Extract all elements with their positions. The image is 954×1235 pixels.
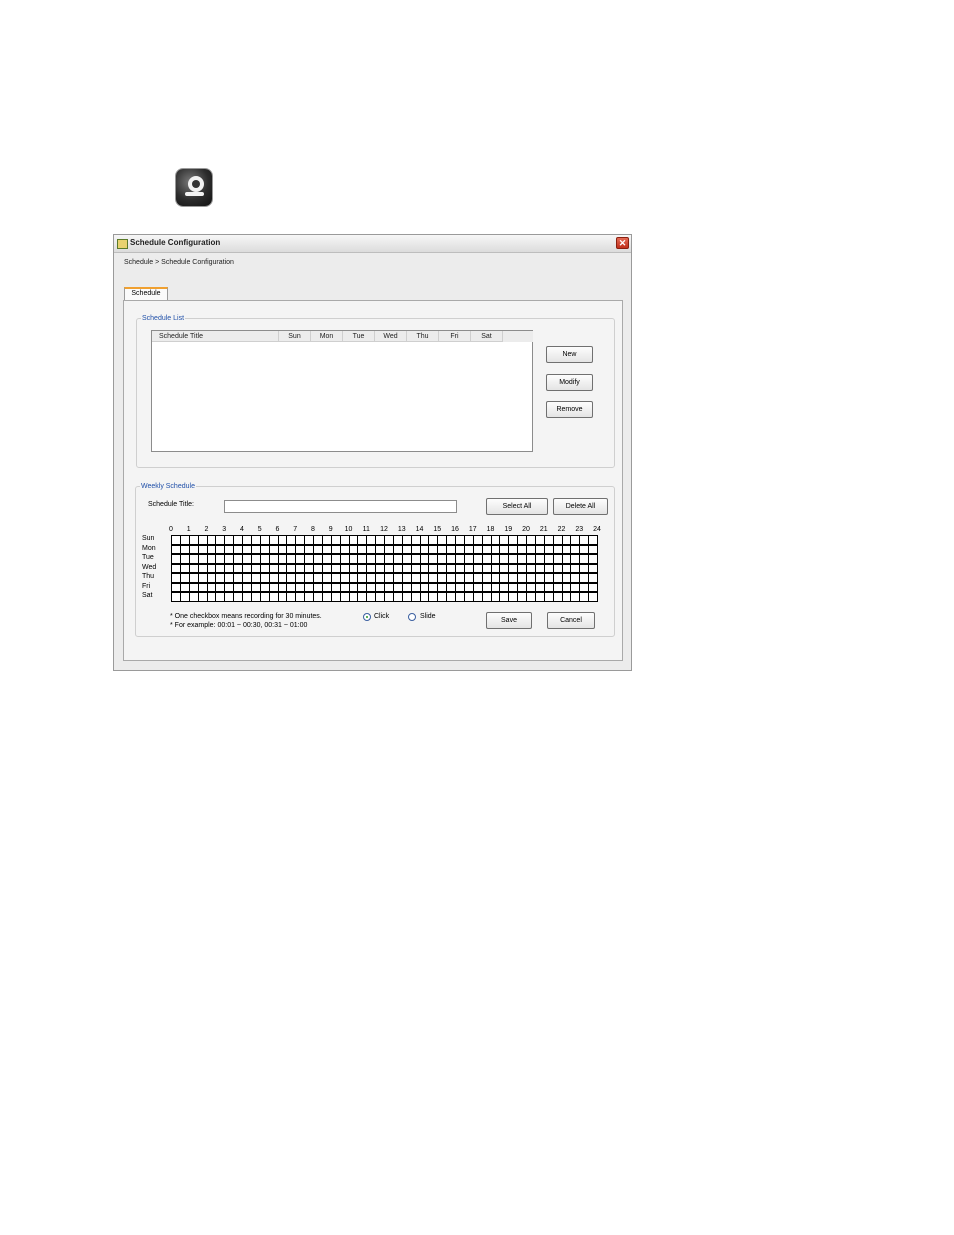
grid-row-wed xyxy=(171,563,598,573)
hour-label: 20 xyxy=(522,526,530,533)
tab-schedule[interactable]: Schedule xyxy=(124,287,168,300)
schedule-list-view[interactable]: Schedule Title Sun Mon Tue Wed Thu Fri S… xyxy=(151,330,533,452)
day-label: Thu xyxy=(142,573,155,580)
hour-label: 19 xyxy=(504,526,513,533)
modify-button[interactable]: Modify xyxy=(546,374,593,391)
close-icon[interactable]: ✕ xyxy=(616,237,629,249)
schedule-slot-checkbox[interactable] xyxy=(588,563,598,573)
column-header-fri[interactable]: Fri xyxy=(439,331,471,342)
hour-label: 9 xyxy=(328,526,333,533)
day-label: Mon xyxy=(142,544,156,552)
schedule-configuration-window: Schedule Configuration ✕ Schedule > Sche… xyxy=(113,234,632,671)
schedule-title-input[interactable] xyxy=(224,500,457,513)
schedule-list-group: Schedule List Schedule Title Sun Mon Tue… xyxy=(136,315,615,468)
day-label: Wed xyxy=(142,563,157,571)
grid-row-tue xyxy=(171,554,598,564)
hour-label: 3 xyxy=(222,526,227,533)
new-button[interactable]: New xyxy=(546,346,593,363)
schedule-list-legend: Schedule List xyxy=(142,315,185,322)
hour-label: 10 xyxy=(344,526,353,533)
schedule-slot-checkbox[interactable] xyxy=(588,582,598,592)
hour-label: 24 xyxy=(593,526,601,533)
day-label: Tue xyxy=(142,554,154,561)
schedule-grid xyxy=(171,535,598,602)
grid-row-sat xyxy=(171,592,598,602)
hour-label: 22 xyxy=(557,526,566,533)
list-header: Schedule Title Sun Mon Tue Wed Thu Fri S… xyxy=(152,331,503,342)
column-header-wed[interactable]: Wed xyxy=(375,331,407,342)
schedule-title-label: Schedule Title: xyxy=(148,501,194,508)
title-bar: Schedule Configuration ✕ xyxy=(114,235,631,253)
column-header-mon[interactable]: Mon xyxy=(311,331,343,342)
grid-row-mon xyxy=(171,544,598,554)
save-button[interactable]: Save xyxy=(486,612,532,629)
column-header-sat[interactable]: Sat xyxy=(471,331,503,342)
grid-row-fri xyxy=(171,582,598,592)
hour-label: 4 xyxy=(240,526,244,533)
window-icon xyxy=(117,239,128,249)
hour-label: 23 xyxy=(575,526,584,533)
schedule-slot-checkbox[interactable] xyxy=(588,573,598,583)
schedule-slot-checkbox[interactable] xyxy=(588,535,598,545)
note-line-1: * One checkbox means recording for 30 mi… xyxy=(170,613,322,620)
select-all-button[interactable]: Select All xyxy=(486,498,548,515)
hour-label: 11 xyxy=(362,526,370,533)
grid-row-thu xyxy=(171,573,598,583)
schedule-slot-checkbox[interactable] xyxy=(588,592,598,602)
hour-label: 2 xyxy=(204,526,209,533)
hour-label: 1 xyxy=(186,526,191,533)
tab-panel: Schedule List Schedule Title Sun Mon Tue… xyxy=(123,300,623,661)
column-header-thu[interactable]: Thu xyxy=(407,331,439,342)
weekly-schedule-legend: Weekly Schedule xyxy=(141,483,195,490)
hour-label: 0 xyxy=(169,526,173,533)
schedule-slot-checkbox[interactable] xyxy=(588,544,598,554)
weekly-schedule-group: Weekly Schedule Schedule Title: Select A… xyxy=(135,483,615,637)
remove-button[interactable]: Remove xyxy=(546,401,593,418)
delete-all-button[interactable]: Delete All xyxy=(553,498,608,515)
day-label: Fri xyxy=(142,582,151,590)
note-line-2: * For example: 00:01 ~ 00:30, 00:31 ~ 01… xyxy=(170,622,308,629)
column-header-tue[interactable]: Tue xyxy=(343,331,375,342)
window-title: Schedule Configuration xyxy=(130,238,221,247)
hour-label: 17 xyxy=(468,526,477,533)
schedule-slot-checkbox[interactable] xyxy=(588,554,598,564)
grid-row-sun xyxy=(171,535,598,545)
hour-label: 6 xyxy=(275,526,280,533)
hour-label: 15 xyxy=(433,526,442,533)
click-mode-radio[interactable] xyxy=(363,613,371,621)
cancel-button[interactable]: Cancel xyxy=(547,612,595,629)
hour-label: 16 xyxy=(451,526,459,533)
camera-schedule-icon[interactable] xyxy=(176,169,212,206)
click-mode-label: Click xyxy=(374,613,390,620)
hour-label: 7 xyxy=(293,526,298,533)
column-header-sun[interactable]: Sun xyxy=(279,331,311,342)
hour-label: 5 xyxy=(257,526,262,533)
column-header-title[interactable]: Schedule Title xyxy=(152,331,279,342)
day-label: Sat xyxy=(142,592,153,599)
hour-label: 13 xyxy=(397,526,406,533)
hour-label: 8 xyxy=(311,526,315,533)
hour-label: 18 xyxy=(486,526,495,533)
slide-mode-label: Slide xyxy=(420,613,436,620)
hour-label: 21 xyxy=(539,526,548,533)
hour-label: 12 xyxy=(380,526,388,533)
day-label: Sun xyxy=(142,535,155,542)
hour-label: 14 xyxy=(415,526,424,533)
breadcrumb: Schedule > Schedule Configuration xyxy=(124,259,234,266)
slide-mode-radio[interactable] xyxy=(408,613,416,621)
